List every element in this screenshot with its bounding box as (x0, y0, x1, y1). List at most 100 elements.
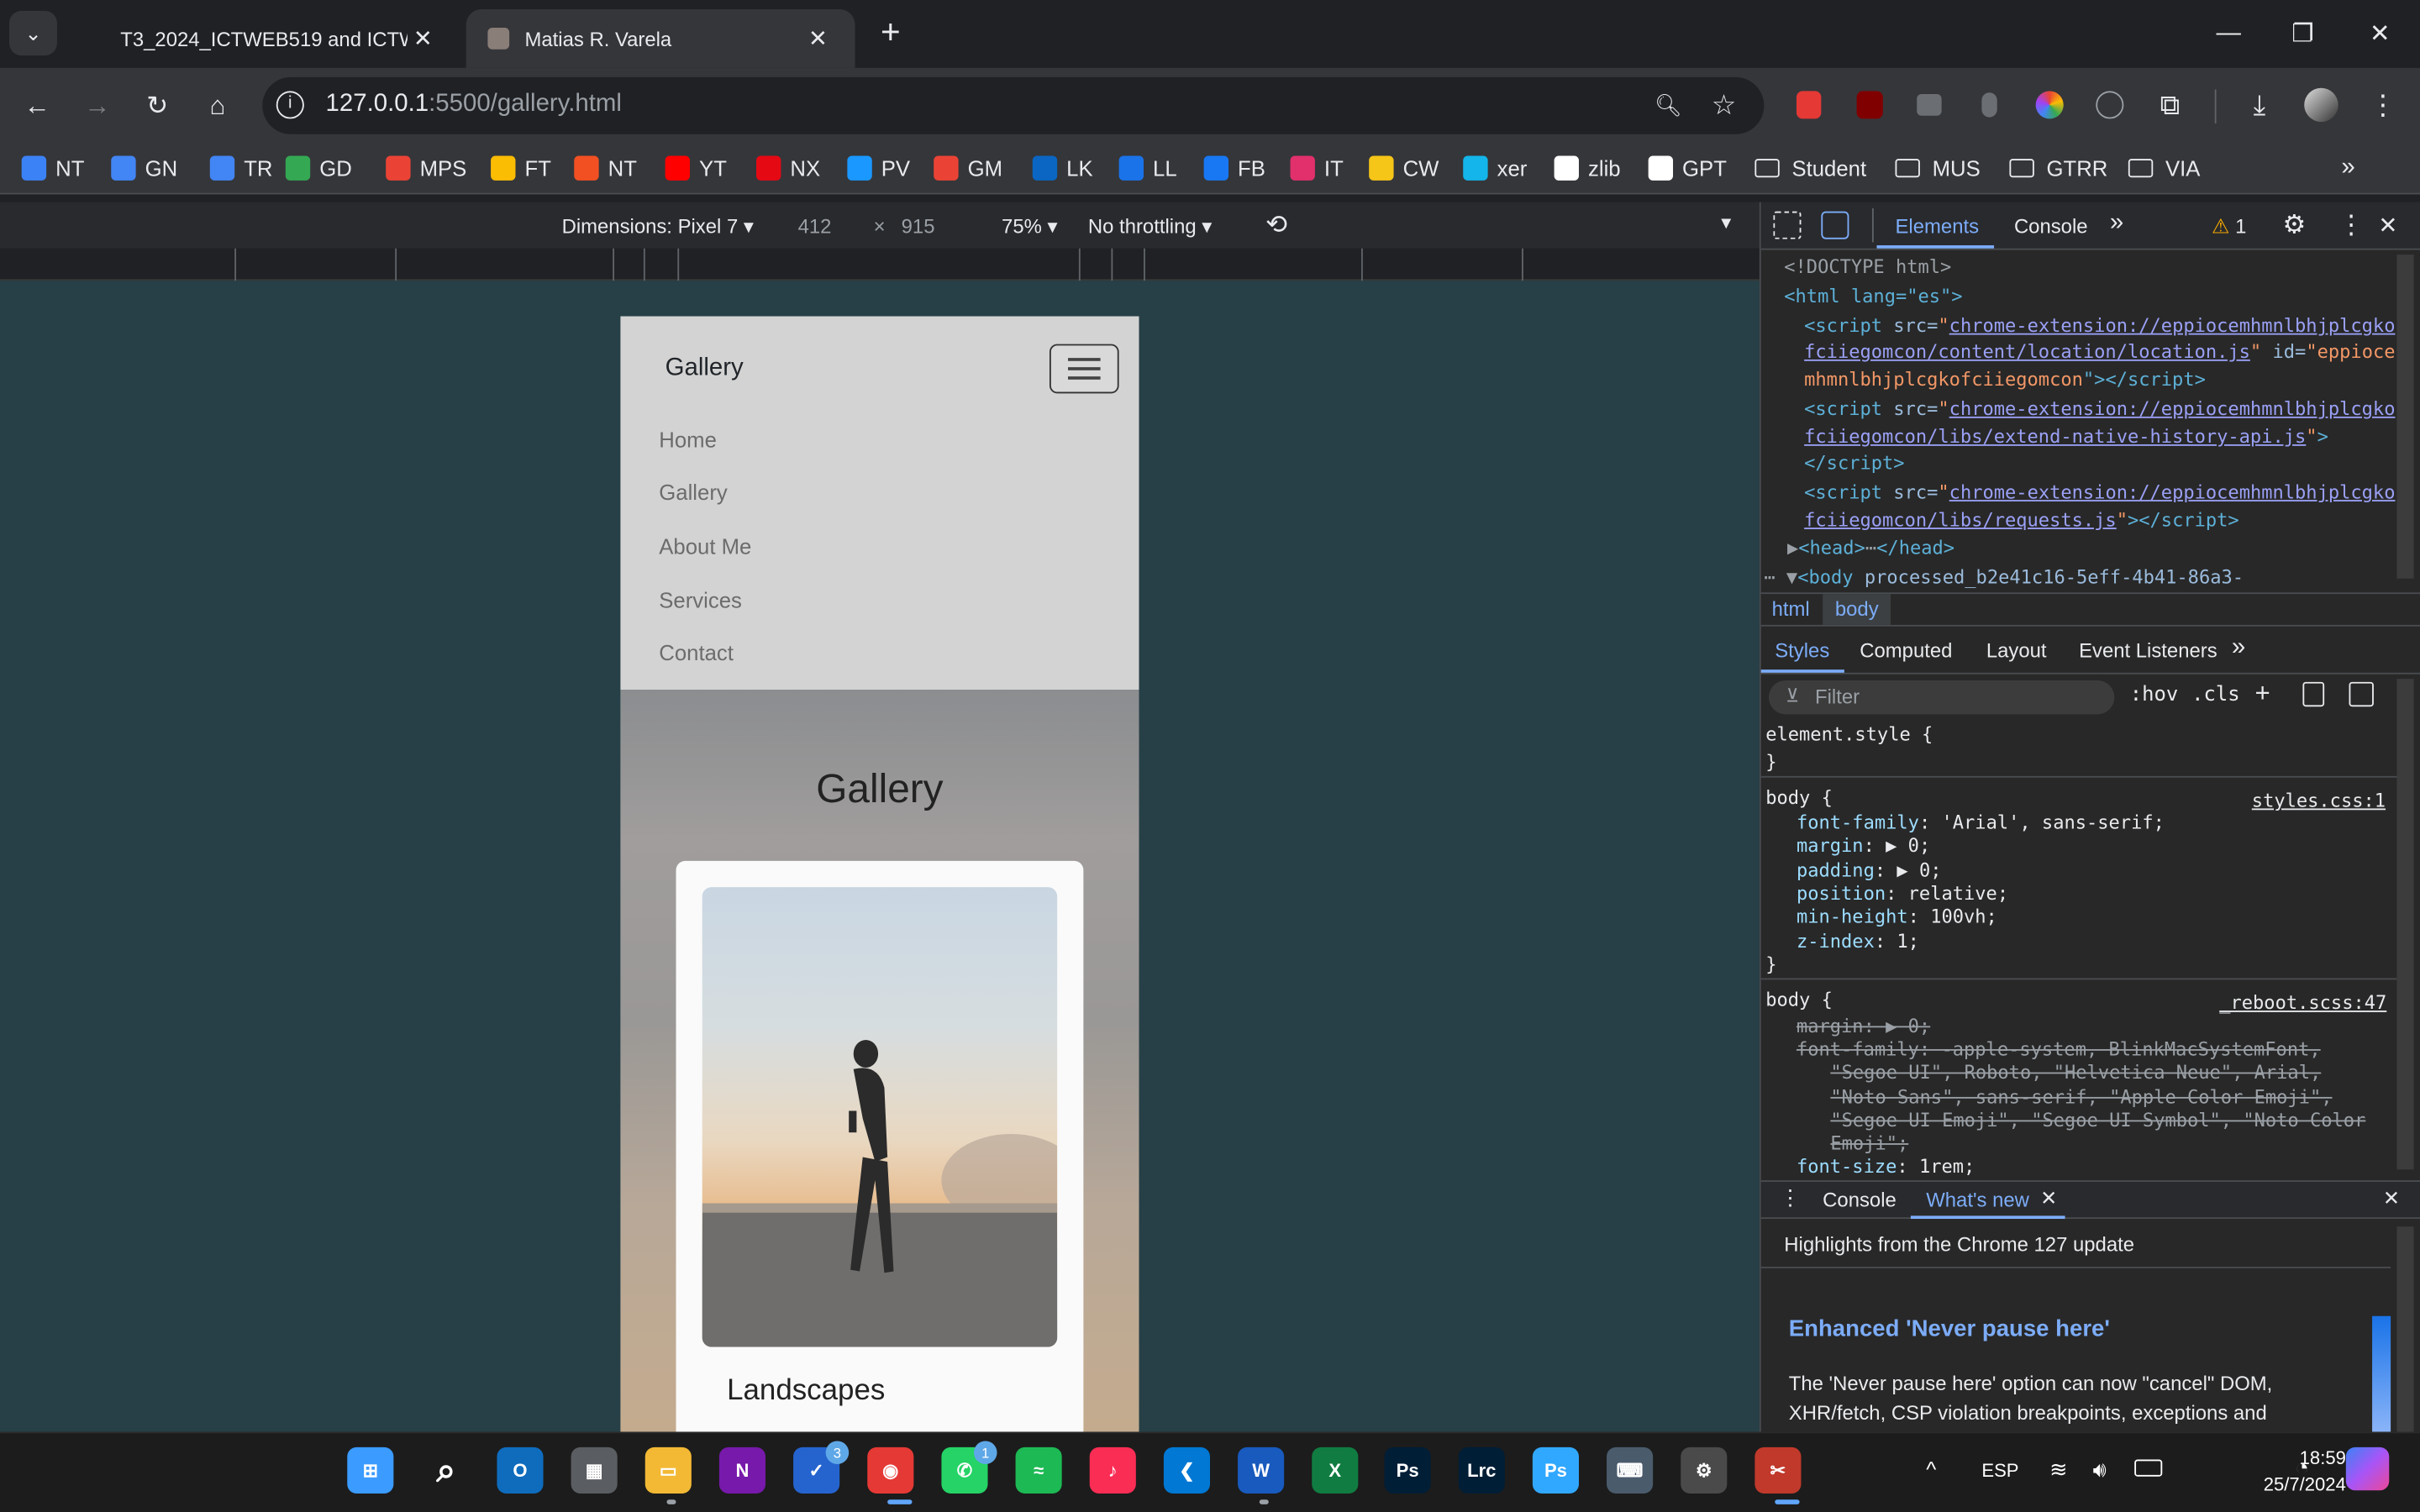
device-height-input[interactable]: 915 (902, 214, 935, 238)
settings-gear-icon[interactable]: ⚙ (1681, 1446, 1728, 1494)
bookmark-gn[interactable]: GN (111, 153, 177, 184)
bookmark-zlib[interactable]: zlib (1554, 153, 1621, 184)
todo-icon[interactable]: ✓ 3 (793, 1441, 850, 1494)
reload-button[interactable]: ↻ (137, 87, 177, 127)
close-tab-icon[interactable]: ✕ (802, 24, 834, 52)
system-clock[interactable]: 18:59 25/7/2024 (2223, 1446, 2346, 1498)
wifi-icon[interactable]: ≋ (2049, 1457, 2068, 1483)
tab-console[interactable]: Console (2014, 214, 2088, 238)
close-whats-new-icon[interactable]: ✕ (2040, 1186, 2057, 1210)
browser-tab[interactable]: T3_2024_ICTWEB519 and ICTWEB ✕ (99, 9, 460, 68)
bookmark-cw[interactable]: CW (1369, 153, 1439, 184)
rule1-source-link[interactable]: styles.css:1 (2252, 790, 2386, 811)
chrome-menu-icon[interactable]: ⋮ (2365, 87, 2402, 123)
bookmark-it[interactable]: IT (1290, 153, 1344, 184)
volume-icon[interactable]: 🔊︎ (2093, 1457, 2107, 1483)
bookmark-gd[interactable]: GD (285, 153, 352, 184)
itunes-icon[interactable]: ♪ (1089, 1446, 1136, 1494)
word-icon[interactable]: W (1238, 1446, 1285, 1494)
whatsapp-icon[interactable]: ✆ 1 (941, 1441, 997, 1494)
extension-gray-icon[interactable] (1911, 87, 1948, 123)
bookmark-ll[interactable]: LL (1118, 153, 1177, 184)
bookmark-nt[interactable]: NT (21, 153, 84, 184)
download-icon[interactable]: ⤓ (2241, 87, 2278, 123)
nav-link-gallery[interactable]: Gallery (659, 480, 727, 504)
dom-script-node[interactable]: <script src="chrome-extension://eppiocem… (1804, 396, 2395, 423)
drawer-tab-whats-new[interactable]: What's new (1926, 1188, 2029, 1211)
bookmark-ft[interactable]: FT (491, 153, 551, 184)
rule2-source-link[interactable]: _reboot.scss:47 (2219, 992, 2386, 1014)
styles-scrollbar[interactable] (2396, 679, 2414, 1170)
drawer-scrollbar[interactable] (2396, 1226, 2414, 1432)
bookmark-yt[interactable]: YT (665, 153, 727, 184)
tab-computed[interactable]: Computed (1860, 638, 1952, 662)
search-icon[interactable]: ⌕ (423, 1447, 469, 1494)
site-info-icon[interactable]: i (276, 91, 304, 119)
bookmark-nx[interactable]: NX (756, 153, 820, 184)
dom-script-node[interactable]: <script src="chrome-extension://eppiocem… (1804, 480, 2395, 506)
start-icon[interactable]: ⊞ (347, 1446, 394, 1494)
font-size-decl[interactable]: font-size: 1rem; (1797, 1156, 1975, 1178)
throttling-select[interactable]: No throttling ▾ (1088, 214, 1212, 239)
dom-body-node[interactable]: ⋯ ▼<body processed_b2e41c16-5eff-4b41-86… (1764, 564, 2244, 591)
url-text[interactable]: 127.0.0.1:5500/gallery.html (326, 91, 622, 118)
color-picker-icon[interactable] (2031, 87, 2068, 123)
overridden-font-family[interactable]: font-family: -apple-system, BlinkMacSyst… (1797, 1038, 2321, 1060)
warnings-badge[interactable]: ⚠ 1 (2212, 214, 2246, 239)
bookmark-folder-gtrr[interactable]: GTRR (2009, 153, 2107, 184)
hov-toggle[interactable]: :hov (2130, 684, 2179, 707)
show-hidden-icons-icon[interactable]: ^ (1926, 1457, 1936, 1481)
dom-scrollbar[interactable] (2396, 255, 2414, 579)
nav-link-contact[interactable]: Contact (659, 640, 734, 664)
more-tabs-icon[interactable]: » (2110, 210, 2123, 238)
settings-gear-icon[interactable]: ⚙ (2283, 210, 2307, 241)
forward-button[interactable]: → (77, 87, 118, 127)
onenote-icon[interactable]: N (718, 1446, 766, 1494)
bookmark-mps[interactable]: MPS (386, 153, 466, 184)
bookmark-fb[interactable]: FB (1203, 153, 1265, 184)
add-rule-icon[interactable]: + (2254, 679, 2270, 710)
dom-script-node[interactable]: <script src="chrome-extension://eppiocem… (1804, 313, 2395, 339)
vscode-icon[interactable]: ❮ (1163, 1446, 1210, 1494)
css-declaration[interactable]: min-height: 100vh; (1797, 906, 1997, 928)
drawer-tab-console[interactable]: Console (1823, 1188, 1897, 1211)
body-rule-selector[interactable]: body { (1765, 787, 1833, 809)
extension-red-icon[interactable] (1791, 87, 1828, 123)
bookmark-gm[interactable]: GM (934, 153, 1002, 184)
bookmark-xer[interactable]: xer (1463, 153, 1527, 184)
compass-icon[interactable] (2091, 87, 2128, 123)
tab-event-listeners[interactable]: Event Listeners (2079, 638, 2217, 662)
navbar-brand[interactable]: Gallery (666, 354, 744, 382)
dom-head-node[interactable]: ▶<head>⋯</head> (1787, 535, 1954, 561)
dom-doctype[interactable]: <!DOCTYPE html> (1784, 255, 1951, 281)
css-declaration[interactable]: position: relative; (1797, 882, 2008, 904)
extension-person-icon[interactable] (1971, 87, 2008, 123)
browser-tab-active[interactable]: Matias R. Varela ✕ (466, 9, 855, 68)
file-explorer-icon[interactable]: ▭ (644, 1446, 692, 1494)
lightroom-classic-icon[interactable]: Lrc (1458, 1446, 1505, 1494)
tab-styles[interactable]: Styles (1775, 638, 1829, 662)
close-drawer-icon[interactable]: ✕ (2383, 1186, 2400, 1210)
breadcrumb-body[interactable]: body (1835, 597, 1879, 621)
device-toggle-icon[interactable] (1821, 211, 1849, 239)
bookmark-gpt[interactable]: GPT (1648, 153, 1727, 184)
inspect-element-icon[interactable] (1773, 211, 1802, 239)
breadcrumb-html[interactable]: html (1772, 597, 1810, 621)
bookmark-folder-student[interactable]: Student (1754, 153, 1866, 184)
element-style-rule[interactable]: element.style { (1765, 723, 1933, 745)
bookmark-pv[interactable]: PV (847, 153, 910, 184)
keyboard-icon[interactable]: ⌨ (1607, 1446, 1654, 1494)
tab-layout[interactable]: Layout (1986, 638, 2047, 662)
bookmark-nt[interactable]: NT (574, 153, 637, 184)
notification-icon[interactable]: ◔ (2295, 1455, 2309, 1481)
close-window-button[interactable]: ✕ (2343, 0, 2417, 68)
extensions-puzzle-icon[interactable]: ⧉ (2151, 87, 2188, 123)
dom-html-node[interactable]: <html lang="es"> (1784, 284, 1962, 310)
new-tab-button[interactable]: + (872, 13, 909, 55)
home-button[interactable]: ⌂ (197, 87, 238, 127)
bookmark-folder-via[interactable]: VIA (2128, 153, 2200, 184)
overridden-margin[interactable]: margin: ▶ 0; (1797, 1016, 1930, 1037)
input-language[interactable]: ESP (1981, 1460, 2018, 1482)
outlook-icon[interactable]: O (497, 1446, 544, 1494)
back-button[interactable]: ← (17, 87, 57, 127)
